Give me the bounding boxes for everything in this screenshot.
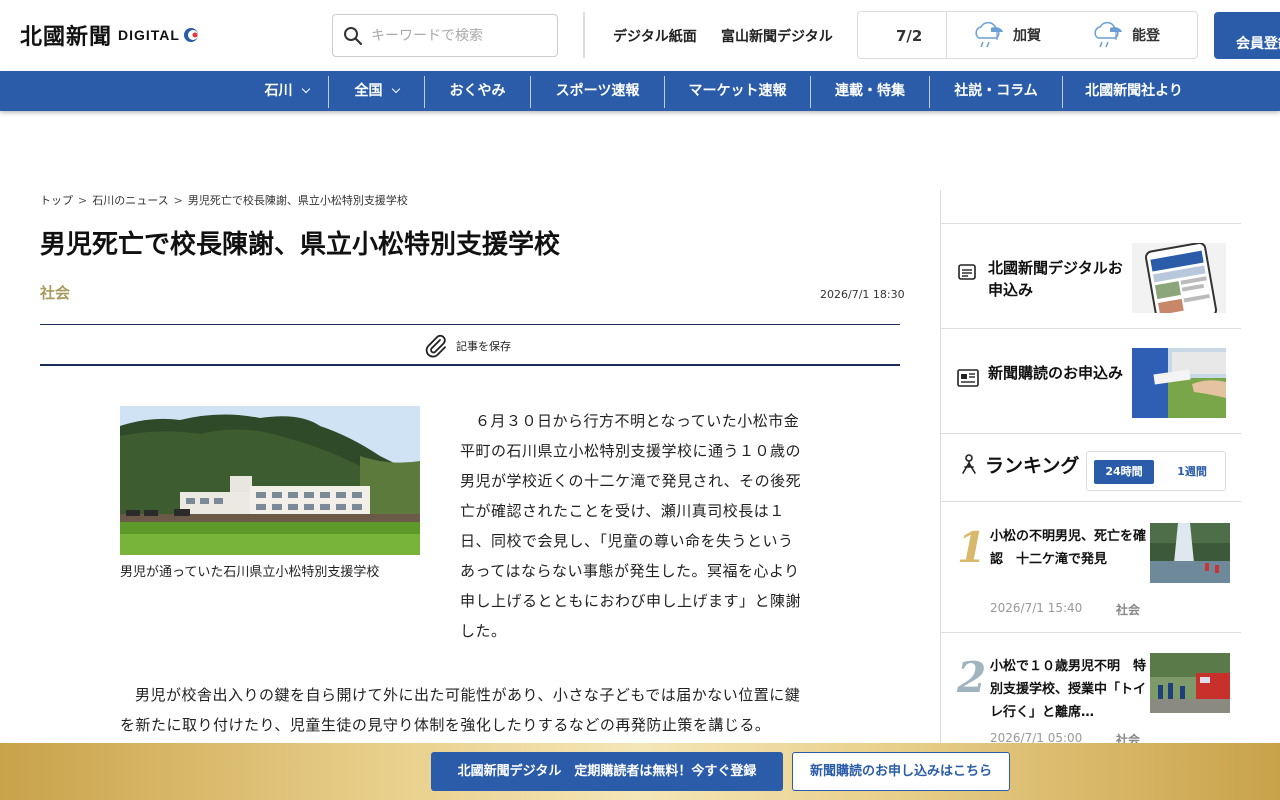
weather-location-label: 能登 bbox=[1132, 28, 1160, 44]
paperclip-icon bbox=[425, 334, 446, 358]
nav-item-about[interactable]: 北國新聞社より bbox=[1063, 71, 1205, 111]
article-photo[interactable] bbox=[120, 406, 420, 555]
save-article-button[interactable]: 記事を保存 bbox=[424, 334, 511, 358]
nav-item-market[interactable]: マーケット速報 bbox=[665, 71, 810, 111]
sidebar-divider bbox=[941, 433, 1241, 434]
weather-divider bbox=[946, 12, 947, 58]
rank-title: 小松の不明男児、死亡を確認 十二ケ滝で発見 bbox=[990, 529, 1147, 567]
promo-digital-subscribe[interactable]: 北國新聞デジタルお申込み bbox=[957, 243, 1227, 313]
nav-label: 石川 bbox=[264, 83, 293, 99]
sidebar: 北國新聞デジタルお申込み 新聞購読のお申込み ランキング 24時間 1週間 1 … bbox=[940, 190, 1241, 800]
promo-newspaper-subscribe[interactable]: 新聞購読のお申込み bbox=[957, 348, 1227, 418]
rank-number: 1 bbox=[957, 523, 987, 572]
chevron-down-icon bbox=[301, 84, 310, 94]
waterfall-photo bbox=[1150, 523, 1230, 583]
rank-number: 2 bbox=[957, 653, 987, 702]
sidebar-divider bbox=[941, 632, 1241, 633]
chevron-down-icon bbox=[391, 84, 400, 94]
subscribe-banner: 北國新聞デジタル 定期購読者は無料！今すぐ登録 新聞購読のお申し込みはこちら bbox=[0, 743, 1280, 800]
promo-label: 新聞購読のお申込み bbox=[988, 364, 1124, 382]
logo-mark-icon bbox=[183, 28, 198, 42]
search-scene-photo bbox=[1150, 653, 1230, 713]
cloud-rain-icon bbox=[975, 21, 1003, 48]
document-list-icon bbox=[958, 264, 976, 280]
promo-label: 北國新聞デジタルお申込み bbox=[988, 259, 1123, 299]
nav-item-editorial[interactable]: 社説・コラム bbox=[930, 71, 1062, 111]
photo-caption: 男児が通っていた石川県立小松特別支援学校 bbox=[120, 565, 380, 580]
newspaper-subscribe-button[interactable]: 新聞購読のお申し込みはこちら bbox=[792, 752, 1010, 791]
school-building-photo bbox=[120, 406, 420, 555]
rank-date: 2026/7/1 15:40 bbox=[990, 601, 1083, 615]
logo-digital-text: DIGITAL bbox=[118, 27, 180, 43]
sidebar-divider bbox=[941, 328, 1241, 329]
ranking-item[interactable]: 1 小松の不明男児、死亡を確認 十二ケ滝で発見 2026/7/1 15:40 社… bbox=[957, 523, 1237, 643]
breadcrumb-current: 男児死亡で校長陳謝、県立小松特別支援学校 bbox=[187, 194, 408, 207]
nav-label: 全国 bbox=[354, 83, 383, 99]
rank-category: 社会 bbox=[1116, 603, 1141, 617]
weather-noto[interactable]: 能登 bbox=[1090, 18, 1160, 52]
sidebar-divider bbox=[941, 501, 1241, 502]
breadcrumb-ishikawa-news[interactable]: 石川のニュース bbox=[92, 194, 168, 207]
tab-1week[interactable]: 1週間 bbox=[1167, 460, 1217, 484]
search-icon bbox=[344, 26, 363, 45]
nav-item-series[interactable]: 連載・特集 bbox=[811, 71, 929, 111]
breadcrumb-top[interactable]: トップ bbox=[40, 194, 73, 207]
smartphone-app-image bbox=[1132, 243, 1226, 313]
breadcrumb-separator: > bbox=[173, 194, 183, 207]
weather-kaga[interactable]: 加賀 bbox=[971, 18, 1041, 52]
ranking-tabs: 24時間 1週間 bbox=[1086, 451, 1226, 491]
article-paragraph: ６月３０日から行方不明となっていた小松市金平町の石川県立小松特別支援学校に通う１… bbox=[460, 412, 802, 640]
cloud-rain-icon bbox=[1094, 21, 1122, 48]
nav-item-sports[interactable]: スポーツ速報 bbox=[531, 71, 664, 111]
article-date: 2026/7/1 18:30 bbox=[820, 288, 905, 301]
search-input[interactable] bbox=[371, 27, 541, 44]
member-register-button[interactable]: 会員登録 bbox=[1214, 12, 1280, 59]
weather-location-label: 加賀 bbox=[1013, 28, 1041, 44]
logo-text: 北國新聞 bbox=[20, 24, 113, 50]
save-article-label: 記事を保存 bbox=[456, 341, 511, 353]
ranking-podium-icon bbox=[962, 453, 976, 474]
rank-title: 小松で１０歳男児不明 特別支援学校、授業中「トイレ行く」と離席… bbox=[990, 659, 1147, 720]
newspaper-delivery-image bbox=[1132, 348, 1226, 418]
article-paragraph: 男児が校舎出入りの鍵を自ら開けて外に出た可能性があり、小さな子どもでは届かない位… bbox=[120, 686, 801, 734]
search-box[interactable] bbox=[332, 14, 558, 57]
weather-widget[interactable]: 7/2 加賀 能登 bbox=[857, 11, 1198, 59]
breadcrumb: トップ > 石川のニュース > 男児死亡で校長陳謝、県立小松特別支援学校 bbox=[40, 192, 408, 208]
main-nav: 石川 全国 おくやみ スポーツ速報 マーケット速報 連載・特集 社説・コラム 北… bbox=[0, 71, 1280, 111]
newspaper-icon bbox=[957, 369, 979, 387]
ranking-title: ランキング bbox=[985, 455, 1080, 477]
article-title: 男児死亡で校長陳謝、県立小松特別支援学校 bbox=[40, 230, 561, 260]
breadcrumb-separator: > bbox=[78, 194, 88, 207]
site-header: 北國新聞 DIGITAL デジタル紙面 富山新聞デジタル 7/2 加 bbox=[0, 0, 1280, 71]
article-category[interactable]: 社会 bbox=[40, 282, 70, 303]
header-divider bbox=[583, 12, 585, 58]
nav-item-ishikawa[interactable]: 石川 bbox=[245, 71, 328, 111]
nav-item-okuyami[interactable]: おくやみ bbox=[425, 71, 530, 111]
site-logo[interactable]: 北國新聞 DIGITAL bbox=[20, 20, 200, 50]
ranking-header: ランキング bbox=[957, 451, 1079, 478]
digital-paper-link[interactable]: デジタル紙面 bbox=[613, 26, 697, 46]
save-bar: 記事を保存 bbox=[40, 324, 900, 366]
nav-item-zenkoku[interactable]: 全国 bbox=[329, 71, 424, 111]
digital-register-button[interactable]: 北國新聞デジタル 定期購読者は無料！今すぐ登録 bbox=[431, 752, 783, 791]
toyama-digital-link[interactable]: 富山新聞デジタル bbox=[721, 26, 833, 46]
weather-date: 7/2 bbox=[896, 27, 923, 45]
sidebar-divider bbox=[941, 223, 1241, 224]
tab-24h[interactable]: 24時間 bbox=[1094, 460, 1154, 484]
